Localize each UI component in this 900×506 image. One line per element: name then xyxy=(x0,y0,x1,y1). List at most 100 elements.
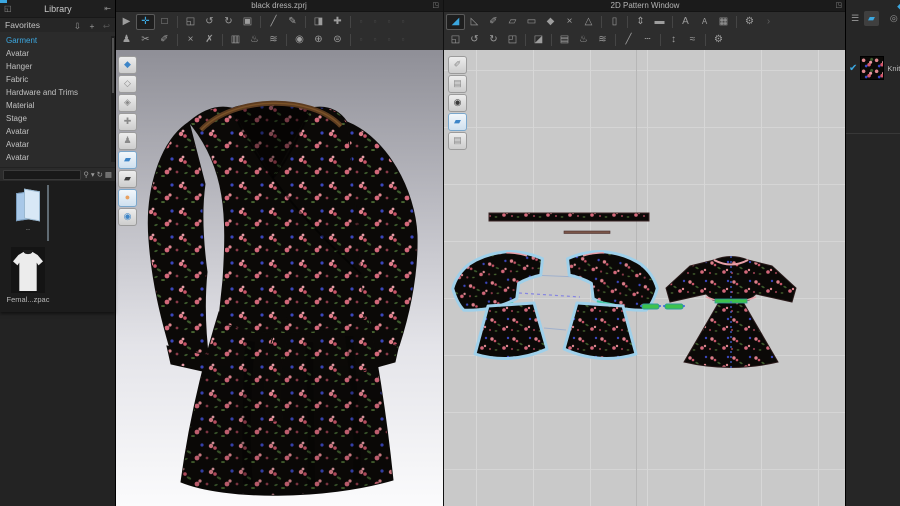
steam-2d-tool[interactable]: ♨ xyxy=(574,32,593,48)
toolbar-overflow-icon[interactable]: › xyxy=(759,14,778,30)
sidebar-item-garment[interactable]: Garment xyxy=(0,34,115,47)
fabric-list-item[interactable]: ✔ Knit xyxy=(846,56,900,80)
pattern-2d-canvas[interactable]: ✐ ▤ ◉ ▰ ▤ xyxy=(444,50,846,506)
edit-pattern-tool[interactable]: ◺ xyxy=(465,14,484,30)
rectangle-tool[interactable]: ▭ xyxy=(522,14,541,30)
flip-tool[interactable]: ◰ xyxy=(503,32,522,48)
dress-bodice[interactable] xyxy=(188,102,366,334)
pattern-strap[interactable] xyxy=(563,230,611,234)
sidebar-item-material[interactable]: Material xyxy=(0,99,115,112)
pin-view-icon[interactable]: ✚ xyxy=(118,113,137,131)
sidebar-item-fabric[interactable]: Fabric xyxy=(0,73,115,86)
pattern-front-skirt-right[interactable] xyxy=(562,301,638,360)
buttonhole-tool[interactable]: ⊕ xyxy=(309,32,328,48)
segment-sewing-tool[interactable]: ⇕ xyxy=(631,14,650,30)
add-favorite-icon[interactable]: + xyxy=(89,21,94,31)
avatar-pose-icon[interactable]: ♟ xyxy=(118,132,137,150)
sidebar-item-hanger[interactable]: Hanger xyxy=(0,60,115,73)
pleats-tool[interactable]: ▦ xyxy=(714,14,733,30)
pin-tool[interactable]: ▣ xyxy=(238,14,257,30)
machine-2d-tool[interactable]: ⚙ xyxy=(709,32,728,48)
rotate-2d-cw-tool[interactable]: ↻ xyxy=(484,32,503,48)
show-pattern-mesh-icon[interactable]: ◇ xyxy=(118,75,137,93)
shrinkage-tool[interactable]: ≋ xyxy=(593,32,612,48)
move-2d-tool[interactable]: ◱ xyxy=(446,32,465,48)
dress-3d-render[interactable] xyxy=(115,50,443,506)
fabric-2d-icon[interactable]: ▰ xyxy=(448,113,467,131)
file-browser-scrollbar[interactable] xyxy=(47,185,49,241)
polygon-tool[interactable]: ▱ xyxy=(503,14,522,30)
pattern-belt-loops[interactable] xyxy=(640,303,685,310)
viewport-3d-canvas[interactable]: ◆ ◇ ◈ ✚ ♟ ▰ ▰ ● ◉ xyxy=(115,50,443,506)
select-move-tool[interactable]: ✛ xyxy=(136,14,155,30)
sidebar-item-avatar-3[interactable]: Avatar xyxy=(0,138,115,151)
zipper-tool[interactable]: ⊜ xyxy=(328,32,347,48)
sewing-tool[interactable]: ╱ xyxy=(264,14,283,30)
undock-2d-icon[interactable]: ◳ xyxy=(835,1,842,9)
edit-texture-icon[interactable]: ✐ xyxy=(448,56,467,74)
search-icon[interactable]: ⚲ xyxy=(83,170,89,179)
pattern-annotation-tool[interactable]: A xyxy=(676,14,695,30)
measure-height-tool[interactable]: ↕ xyxy=(664,32,683,48)
iron-tool[interactable]: ◪ xyxy=(529,32,548,48)
show-avatar-icon[interactable]: ● xyxy=(118,189,137,207)
library-search-input[interactable] xyxy=(3,169,82,180)
pattern-waistband[interactable] xyxy=(488,212,650,222)
undock-panel-icon[interactable]: ◱ xyxy=(4,4,12,13)
rotate-cw-tool[interactable]: ↻ xyxy=(219,14,238,30)
sidebar-item-avatar[interactable]: Avatar xyxy=(0,47,115,60)
measure-line-tool[interactable]: ╱ xyxy=(619,32,638,48)
rotate-2d-ccw-tool[interactable]: ↺ xyxy=(465,32,484,48)
sidebar-item-avatar-4[interactable]: Avatar xyxy=(0,151,115,164)
grading-tool[interactable]: ▯ xyxy=(605,14,624,30)
fabric-tab[interactable]: ▰ xyxy=(864,11,879,26)
avatar-walk-tool[interactable]: ♟ xyxy=(117,32,136,48)
tack-tool[interactable]: ✐ xyxy=(155,32,174,48)
transform-pattern-tool[interactable]: ◢ xyxy=(446,14,465,30)
free-sewing-2d-tool[interactable]: ▬ xyxy=(650,14,669,30)
fitting-suit-icon[interactable]: ◈ xyxy=(118,94,137,112)
free-sewing-tool[interactable]: ✎ xyxy=(283,14,302,30)
fitting-map-tool[interactable]: ▥ xyxy=(226,32,245,48)
collapse-panel-icon[interactable]: ⇤ xyxy=(104,4,111,13)
edit-seam-tool[interactable]: × xyxy=(560,14,579,30)
back-icon[interactable]: ↩ xyxy=(103,21,110,31)
texture-tool[interactable]: ▤ xyxy=(555,32,574,48)
lock-pattern-icon[interactable]: ▤ xyxy=(448,132,467,150)
sculpt-tool[interactable]: ✂ xyxy=(136,32,155,48)
dress-left-sleeve[interactable] xyxy=(147,121,210,363)
show-seamline-icon[interactable]: ▤ xyxy=(448,75,467,93)
rotate-ccw-tool[interactable]: ↺ xyxy=(200,14,219,30)
refresh-icon[interactable]: ↻ xyxy=(97,170,103,179)
view-mode-icon[interactable]: ▦ xyxy=(105,170,112,179)
pattern-front-skirt-left[interactable] xyxy=(473,301,549,360)
sewing-machine-tool[interactable]: ⚙ xyxy=(740,14,759,30)
wrinkle-tool[interactable]: ≋ xyxy=(264,32,283,48)
undock-3d-icon[interactable]: ◳ xyxy=(432,1,439,9)
arrangement-points-tool[interactable]: ✚ xyxy=(328,14,347,30)
parent-folder-item[interactable]: .. xyxy=(4,188,52,232)
object-list-tab[interactable]: ☰ xyxy=(848,11,862,26)
import-favorite-icon[interactable]: ⇩ xyxy=(74,21,81,31)
pattern-info-icon[interactable]: ◉ xyxy=(448,94,467,112)
gizmo-tool[interactable]: ▶ xyxy=(117,14,136,30)
sidebar-item-avatar-2[interactable]: Avatar xyxy=(0,125,115,138)
smooth-tool[interactable]: ✗ xyxy=(200,32,219,48)
measure-dash-tool[interactable]: ┄ xyxy=(638,32,657,48)
library-scrollbar[interactable] xyxy=(111,36,115,162)
search-dropdown-icon[interactable]: ▾ xyxy=(91,170,95,179)
show-garment-icon[interactable]: ◆ xyxy=(118,56,137,74)
sidebar-item-hardware-and-trims[interactable]: Hardware and Trims xyxy=(0,86,115,99)
button-tool[interactable]: ◉ xyxy=(290,32,309,48)
edit-curvature-tool[interactable]: ✐ xyxy=(484,14,503,30)
steam-tool[interactable]: ♨ xyxy=(245,32,264,48)
measure-curve-tool[interactable]: ≈ xyxy=(683,32,702,48)
fold-arrangement-tool[interactable]: ◨ xyxy=(309,14,328,30)
sidebar-item-stage[interactable]: Stage xyxy=(0,112,115,125)
trim-tab[interactable]: ◎ xyxy=(887,11,900,26)
select-box-tool[interactable]: □ xyxy=(155,14,174,30)
trace-tool[interactable]: △ xyxy=(579,14,598,30)
dart-tool[interactable]: ◆ xyxy=(541,14,560,30)
pinch-tool[interactable]: × xyxy=(181,32,200,48)
move-pattern-tool[interactable]: ◱ xyxy=(181,14,200,30)
